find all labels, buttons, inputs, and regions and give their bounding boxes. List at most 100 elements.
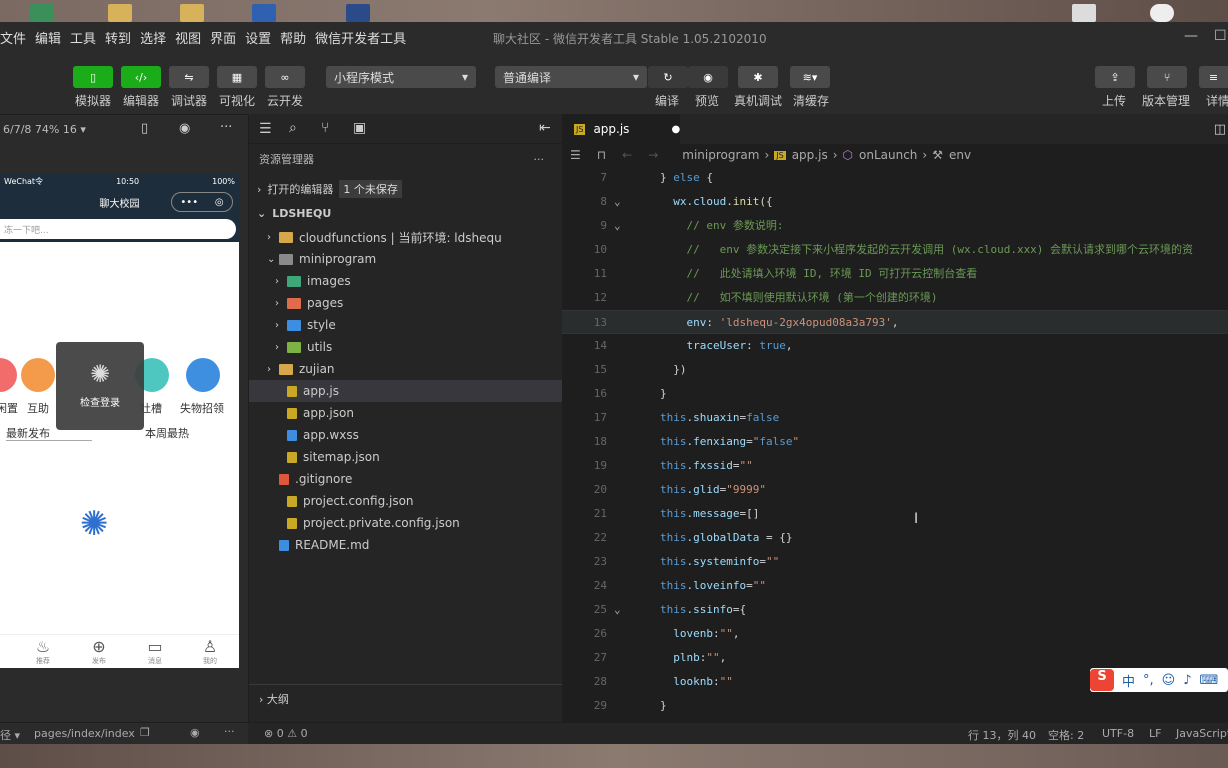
upload-button[interactable]: ⇪ <box>1095 66 1135 88</box>
copy-icon[interactable]: ❐ <box>140 726 150 739</box>
project-section[interactable]: ⌄ LDSHEQU <box>249 202 563 224</box>
code-line[interactable]: 22 this.globalData = {} <box>562 526 1228 550</box>
desktop-icon[interactable] <box>252 4 276 22</box>
desktop-icon[interactable] <box>180 4 204 22</box>
git-icon[interactable]: ⑂ <box>321 120 329 136</box>
file-tree-item[interactable]: .gitignore <box>249 468 563 490</box>
open-editors-section[interactable]: › 打开的编辑器 1 个未保存 <box>249 178 563 200</box>
code-line[interactable]: 7} else { <box>562 166 1228 190</box>
tab-recommend[interactable]: ♨ 推荐 <box>28 637 58 666</box>
more-icon[interactable]: ••• <box>180 197 198 208</box>
menu-item[interactable]: 界面 <box>210 28 236 47</box>
version-button[interactable]: ⑂ <box>1147 66 1187 88</box>
desktop-icon[interactable] <box>346 4 370 22</box>
path-select[interactable]: 径 ▾ <box>0 727 20 743</box>
code-line[interactable]: 25 ⌄ this.ssinfo={ <box>562 598 1228 622</box>
code-line[interactable]: 16} <box>562 382 1228 406</box>
record-icon[interactable]: ◉ <box>179 121 190 136</box>
capsule-menu[interactable]: ••• ◎ <box>171 192 233 212</box>
file-tree-item[interactable]: app.json <box>249 402 563 424</box>
preview-button[interactable]: ◉ <box>688 66 728 88</box>
tab-publish[interactable]: ⊕ 发布 <box>84 637 114 666</box>
keyboard-icon[interactable]: ⌨ <box>1200 673 1219 688</box>
file-tree-item[interactable]: sitemap.json <box>249 446 563 468</box>
code-line[interactable]: 27 plnb:"", <box>562 646 1228 670</box>
editor-toggle-button[interactable]: ‹/› <box>121 66 161 88</box>
breadcrumb-item[interactable]: app.js <box>792 148 828 162</box>
code-line[interactable]: 9 ⌄ // env 参数说明: <box>562 214 1228 238</box>
file-tree-item[interactable]: app.wxss <box>249 424 563 446</box>
code-line[interactable]: 8 ⌄ wx.cloud.init({ <box>562 190 1228 214</box>
ime-toolbar[interactable]: S 中 °, ☺ ♪ ⌨ <box>1090 668 1228 692</box>
debugger-toggle-button[interactable]: ⇋ <box>169 66 209 88</box>
line-ending[interactable]: LF <box>1149 727 1161 740</box>
tab-app-js[interactable]: JS app.js ● <box>562 114 680 144</box>
code-line[interactable]: 17 this.shuaxin=false <box>562 406 1228 430</box>
file-tree-item[interactable]: › pages <box>249 292 563 314</box>
section-latest[interactable]: 最新发布 <box>6 425 50 441</box>
file-tree-item[interactable]: › style <box>249 314 563 336</box>
menu-item[interactable]: 视图 <box>175 28 201 47</box>
desktop-icon[interactable] <box>1150 4 1174 22</box>
file-tree-item[interactable]: README.md <box>249 534 563 556</box>
code-line[interactable]: 13 env: 'ldshequ-2gx4opud08a3a793', <box>562 310 1228 334</box>
more-icon[interactable]: ··· <box>534 153 545 166</box>
tab-messages[interactable]: ▭ 消息 <box>140 637 170 666</box>
emoji-icon[interactable]: ☺ <box>1162 673 1176 688</box>
search-icon[interactable]: ⌕ <box>289 120 297 136</box>
collapse-panel-icon[interactable]: ⇤ <box>539 120 551 136</box>
breadcrumb-item[interactable]: onLaunch <box>859 148 917 162</box>
visual-toggle-button[interactable]: ▦ <box>217 66 257 88</box>
clear-cache-button[interactable]: ≋▾ <box>790 66 830 88</box>
breadcrumb-item[interactable]: env <box>949 148 971 162</box>
phone-screen[interactable]: WeChat令 10:50 100% 聊大校园 ••• ◎ 冻一下吧... 闲置 … <box>0 174 239 668</box>
code-line[interactable]: 19 this.fxssid="" <box>562 454 1228 478</box>
code-line[interactable]: 20 this.glid="9999" <box>562 478 1228 502</box>
unsaved-dot-icon[interactable]: ● <box>671 124 680 135</box>
encoding[interactable]: UTF-8 <box>1102 727 1134 740</box>
code-line[interactable]: 14 traceUser: true, <box>562 334 1228 358</box>
fold-icon[interactable]: ⌄ <box>614 214 621 238</box>
code-area[interactable]: 7} else {8 ⌄ wx.cloud.init({9 ⌄ // env 参数说… <box>562 166 1228 722</box>
code-line[interactable]: 29} <box>562 694 1228 718</box>
cloud-dev-button[interactable]: ∞ <box>265 66 305 88</box>
breadcrumb-item[interactable]: miniprogram <box>682 148 759 162</box>
back-icon[interactable]: ← <box>622 148 632 162</box>
file-tree-item[interactable]: project.private.config.json <box>249 512 563 534</box>
code-line[interactable]: 10 // env 参数决定接下来小程序发起的云开发调用 (wx.cloud.x… <box>562 238 1228 262</box>
compile-select[interactable]: 普通编译 ▾ <box>495 66 647 88</box>
simulator-toggle-button[interactable]: ▯ <box>73 66 113 88</box>
category-icon[interactable] <box>186 358 220 392</box>
code-line[interactable]: 15 }) <box>562 358 1228 382</box>
problems-indicator[interactable]: ⊗ 0 ⚠ 0 <box>264 727 308 740</box>
menu-item[interactable]: 转到 <box>105 28 131 47</box>
forward-icon[interactable]: → <box>648 148 658 162</box>
file-tree-item[interactable]: project.config.json <box>249 490 563 512</box>
remote-debug-button[interactable]: ✱ <box>738 66 778 88</box>
fold-icon[interactable]: ⌄ <box>614 190 621 214</box>
phone-icon[interactable]: ▯ <box>141 121 148 136</box>
punctuation-icon[interactable]: °, <box>1143 673 1154 688</box>
outline-section[interactable]: › 大纲 <box>249 684 563 710</box>
fold-icon[interactable]: ⌄ <box>614 598 621 622</box>
file-tree-item[interactable]: › utils <box>249 336 563 358</box>
compile-button[interactable]: ↻ <box>648 66 688 88</box>
desktop-icon[interactable] <box>1072 4 1096 22</box>
category-icon[interactable] <box>0 358 17 392</box>
tab-mine[interactable]: ♙ 我的 <box>195 637 225 666</box>
more-icon[interactable]: ··· <box>224 725 235 738</box>
file-tree-item[interactable]: › zujian <box>249 358 563 380</box>
menu-item[interactable]: 微信开发者工具 <box>315 28 406 47</box>
desktop-icon[interactable] <box>30 4 54 22</box>
file-tree-item[interactable]: › cloudfunctions | 当前环境: ldshequ <box>249 226 563 248</box>
language-mode[interactable]: JavaScript <box>1176 727 1228 740</box>
menu-item[interactable]: 编辑 <box>35 28 61 47</box>
close-circle-icon[interactable]: ◎ <box>215 197 224 208</box>
eye-icon[interactable]: ◉ <box>190 726 200 739</box>
menu-item[interactable]: 帮助 <box>280 28 306 47</box>
code-line[interactable]: 26 lovenb:"", <box>562 622 1228 646</box>
file-tree-item[interactable]: ⌄ miniprogram <box>249 248 563 270</box>
maximize-icon[interactable]: ☐ <box>1214 28 1227 44</box>
code-line[interactable]: 24 this.loveinfo="" <box>562 574 1228 598</box>
code-line[interactable]: 21 this.message=[] <box>562 502 1228 526</box>
